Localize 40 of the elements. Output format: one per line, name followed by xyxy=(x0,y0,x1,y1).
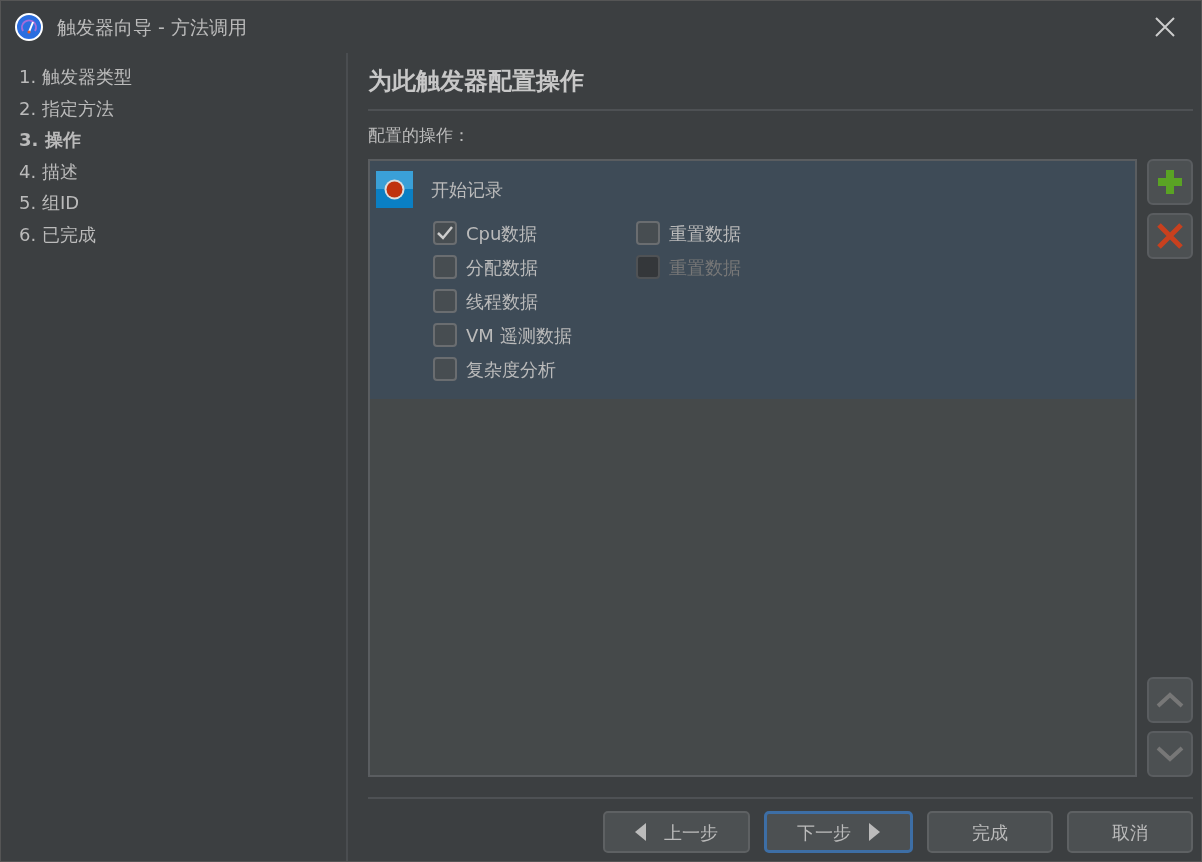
checkbox[interactable] xyxy=(433,323,457,347)
wizard-button[interactable]: 完成 xyxy=(927,811,1053,853)
down-button[interactable] xyxy=(1147,731,1193,777)
wizard-step[interactable]: 4. 描述 xyxy=(19,155,346,187)
checkbox[interactable] xyxy=(635,221,660,245)
remove-button[interactable] xyxy=(1147,212,1193,259)
checkbox[interactable] xyxy=(433,255,457,279)
wizard-step[interactable]: 6. 已完成 xyxy=(19,218,346,250)
wizard-button[interactable]: 下一步 xyxy=(764,811,913,853)
checkbox-label: Cpu数据 xyxy=(466,221,538,246)
chevron-up-icon xyxy=(1156,692,1184,708)
wizard-button[interactable]: 取消 xyxy=(1067,811,1193,853)
checkbox[interactable] xyxy=(433,289,457,313)
add-button[interactable] xyxy=(1147,158,1193,205)
checkbox-label: 线程数据 xyxy=(466,289,538,314)
close-icon[interactable] xyxy=(1155,17,1175,37)
app-gauge-icon xyxy=(15,13,43,41)
left-triangle-icon xyxy=(635,823,646,841)
up-button[interactable] xyxy=(1147,677,1193,723)
window-title: 触发器向导 - 方法调用 xyxy=(57,14,247,40)
checkbox-label: 复杂度分析 xyxy=(466,357,556,382)
checkbox-label: 重置数据 xyxy=(668,221,741,246)
record-icon xyxy=(376,170,413,208)
plus-icon xyxy=(1157,168,1183,195)
action-title: 开始记录 xyxy=(431,177,503,202)
cross-icon xyxy=(1157,222,1183,249)
page-heading: 为此触发器配置操作 xyxy=(368,63,1193,111)
checkbox-label: 分配数据 xyxy=(466,255,538,280)
chevron-down-icon xyxy=(1156,746,1184,762)
checkbox-label: VM 遥测数据 xyxy=(466,323,572,348)
wizard-step[interactable]: 3. 操作 xyxy=(19,124,346,156)
wizard-step[interactable]: 2. 指定方法 xyxy=(19,92,346,124)
checkbox[interactable] xyxy=(433,221,457,245)
wizard-step[interactable]: 5. 组ID xyxy=(19,187,346,219)
right-triangle-icon xyxy=(869,823,880,841)
wizard-step[interactable]: 1. 触发器类型 xyxy=(19,61,346,93)
checkbox-label: 重置数据 xyxy=(668,255,741,280)
wizard-button[interactable]: 上一步 xyxy=(603,811,750,853)
list-label: 配置的操作： xyxy=(368,124,471,147)
checkbox[interactable] xyxy=(433,357,457,381)
